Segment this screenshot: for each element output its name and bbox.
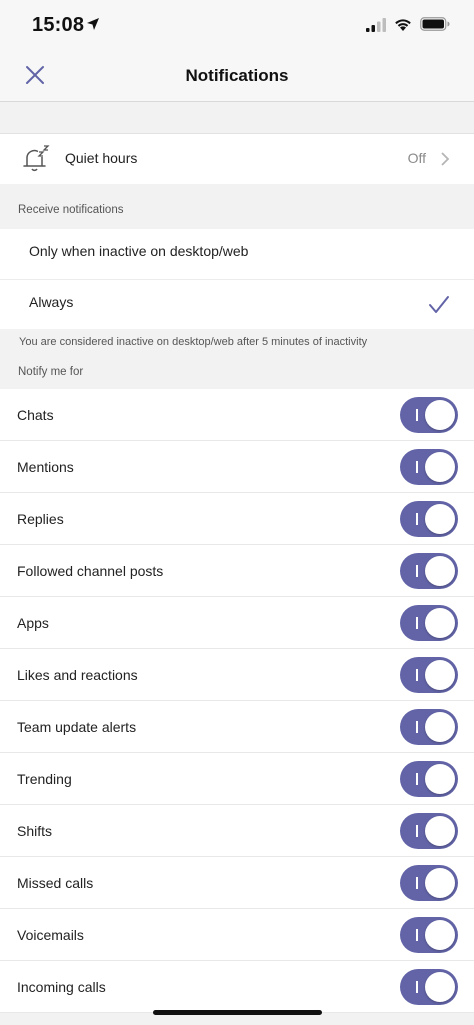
notification-toggle-switch[interactable] — [400, 969, 458, 1005]
option-label: Always — [29, 294, 74, 310]
notification-toggle-switch[interactable] — [400, 657, 458, 693]
toggle-knob — [425, 660, 455, 690]
notification-toggle-switch[interactable] — [400, 917, 458, 953]
toggle-row: Likes and reactions — [0, 649, 474, 701]
toggle-row: Missed calls — [0, 857, 474, 909]
battery-icon — [420, 17, 450, 31]
toggle-knob — [425, 972, 455, 1002]
option-label: Only when inactive on desktop/web — [29, 243, 249, 259]
toggle-on-indicator — [416, 565, 418, 577]
toggle-on-indicator — [416, 617, 418, 629]
chevron-right-icon — [441, 152, 450, 166]
toggle-on-indicator — [416, 929, 418, 941]
notification-toggle-switch[interactable] — [400, 813, 458, 849]
section-spacer — [0, 102, 474, 133]
toggle-knob — [425, 452, 455, 482]
option-always[interactable]: Always — [0, 280, 474, 329]
toggle-on-indicator — [416, 773, 418, 785]
toggle-label: Replies — [17, 511, 64, 527]
toggle-on-indicator — [416, 669, 418, 681]
notification-toggle-switch[interactable] — [400, 501, 458, 537]
toggle-label: Apps — [17, 615, 49, 631]
home-indicator — [153, 1010, 322, 1015]
notification-toggle-list: Chats Mentions Replies Followed channel pos… — [0, 389, 474, 1013]
quiet-hours-value: Off — [407, 150, 426, 166]
notification-toggle-switch[interactable] — [400, 397, 458, 433]
status-bar: 15:08 — [0, 0, 474, 50]
checkmark-icon — [429, 296, 449, 313]
toggle-row: Chats — [0, 389, 474, 441]
navigation-bar: Notifications — [0, 50, 474, 102]
quiet-hours-row[interactable]: Quiet hours Off — [0, 133, 474, 185]
toggle-label: Mentions — [17, 459, 74, 475]
toggle-label: Team update alerts — [17, 719, 137, 735]
toggle-row: Incoming calls — [0, 961, 474, 1013]
toggle-on-indicator — [416, 409, 418, 421]
toggle-knob — [425, 556, 455, 586]
notify-me-for-header: Notify me for — [18, 366, 84, 378]
notification-toggle-switch[interactable] — [400, 865, 458, 901]
inactive-footnote-section: You are considered inactive on desktop/w… — [0, 329, 474, 389]
toggle-knob — [425, 608, 455, 638]
notification-toggle-switch[interactable] — [400, 709, 458, 745]
toggle-row: Voicemails — [0, 909, 474, 961]
toggle-on-indicator — [416, 461, 418, 473]
toggle-on-indicator — [416, 721, 418, 733]
toggle-knob — [425, 764, 455, 794]
toggle-label: Shifts — [17, 823, 53, 839]
status-time: 15:08 — [32, 14, 85, 36]
toggle-row: Replies — [0, 493, 474, 545]
toggle-knob — [425, 816, 455, 846]
toggle-on-indicator — [416, 825, 418, 837]
toggle-row: Shifts — [0, 805, 474, 857]
page-title: Notifications — [185, 66, 289, 85]
wifi-icon — [395, 19, 411, 31]
toggle-knob — [425, 712, 455, 742]
toggle-on-indicator — [416, 513, 418, 525]
cellular-signal-icon — [366, 18, 386, 32]
toggle-label: Incoming calls — [17, 979, 106, 995]
receive-notifications-header-label: Receive notifications — [18, 204, 124, 216]
quiet-hours-label: Quiet hours — [65, 150, 138, 166]
toggle-knob — [425, 400, 455, 430]
toggle-row: Apps — [0, 597, 474, 649]
toggle-label: Chats — [17, 407, 54, 423]
toggle-row: Trending — [0, 753, 474, 805]
toggle-row: Team update alerts — [0, 701, 474, 753]
toggle-label: Trending — [17, 771, 72, 787]
toggle-knob — [425, 504, 455, 534]
toggle-label: Likes and reactions — [17, 667, 138, 683]
receive-notifications-header: Receive notifications — [0, 184, 474, 229]
notification-toggle-switch[interactable] — [400, 605, 458, 641]
bell-sleep-icon — [23, 145, 50, 172]
notification-toggle-switch[interactable] — [400, 449, 458, 485]
toggle-on-indicator — [416, 877, 418, 889]
toggle-row: Mentions — [0, 441, 474, 493]
notification-toggle-switch[interactable] — [400, 761, 458, 797]
toggle-label: Missed calls — [17, 875, 94, 891]
toggle-label: Voicemails — [17, 927, 84, 943]
toggle-label: Followed channel posts — [17, 563, 164, 579]
toggle-knob — [425, 920, 455, 950]
toggle-on-indicator — [416, 981, 418, 993]
toggle-knob — [425, 868, 455, 898]
notification-toggle-switch[interactable] — [400, 553, 458, 589]
toggle-row: Followed channel posts — [0, 545, 474, 597]
inactive-footnote: You are considered inactive on desktop/w… — [19, 336, 368, 348]
location-arrow-icon — [87, 18, 99, 30]
option-only-when-inactive[interactable]: Only when inactive on desktop/web — [0, 229, 474, 280]
